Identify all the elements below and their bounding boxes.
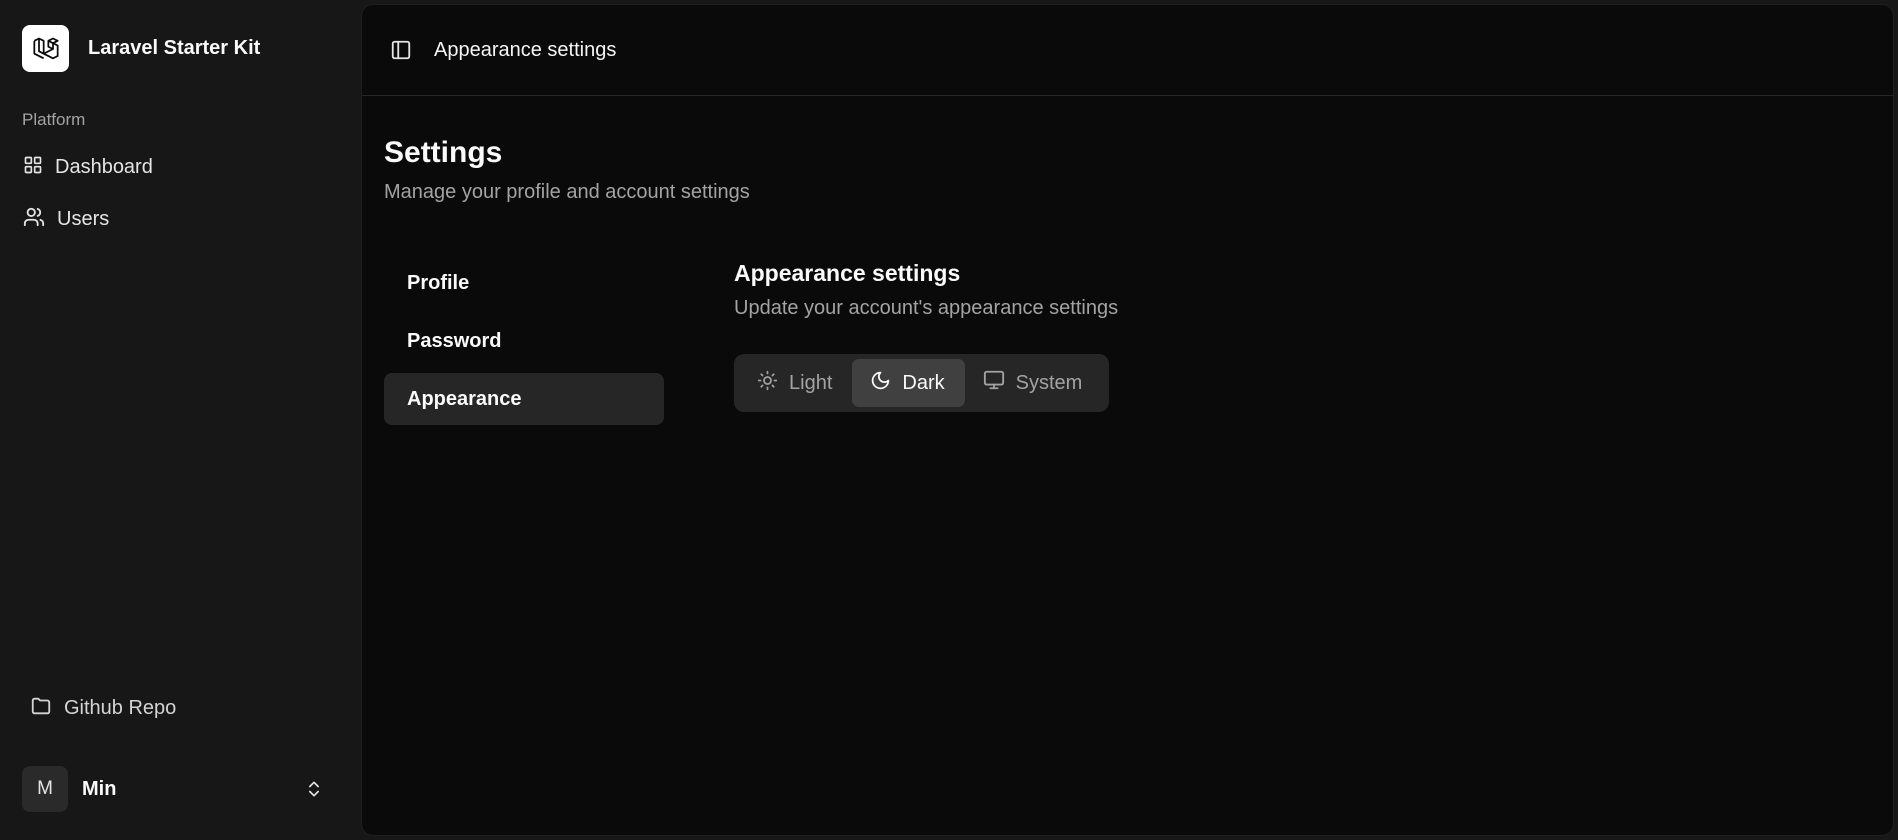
app-brand[interactable]: Laravel Starter Kit (22, 25, 260, 72)
breadcrumb: Appearance settings (434, 38, 617, 61)
page-subtitle: Manage your profile and account settings (384, 181, 750, 203)
nav-group-label: Platform (22, 110, 86, 129)
section-title: Appearance settings (734, 260, 961, 286)
moon-icon (870, 370, 891, 397)
settings-nav-password[interactable]: Password (384, 315, 664, 367)
user-name: Min (82, 777, 117, 800)
appearance-option-light[interactable]: Light (739, 359, 852, 407)
users-icon (23, 206, 45, 233)
main-panel: Appearance settings Settings Manage your… (361, 4, 1894, 836)
appearance-option-label: Dark (902, 371, 945, 394)
appearance-toggle-group: Light Dark System (734, 354, 1109, 412)
sidebar-item-dashboard[interactable]: Dashboard (16, 145, 344, 189)
sidebar-item-label: Users (57, 207, 110, 230)
top-bar: Appearance settings (362, 5, 1893, 96)
sidebar-toggle-icon[interactable] (388, 37, 414, 63)
user-menu-trigger[interactable]: M Min (16, 762, 344, 816)
settings-nav-appearance[interactable]: Appearance (384, 373, 664, 425)
monitor-icon (983, 369, 1005, 397)
section-subtitle: Update your account's appearance setting… (734, 297, 1119, 319)
page-title: Settings (384, 136, 503, 169)
appearance-option-dark[interactable]: Dark (852, 359, 965, 407)
sidebar-item-users[interactable]: Users (16, 197, 344, 241)
sidebar-item-label: Dashboard (55, 155, 153, 178)
chevrons-up-down-icon (304, 779, 324, 804)
appearance-option-label: Light (789, 371, 833, 394)
folder-icon (30, 695, 52, 722)
github-repo-label: Github Repo (64, 696, 177, 719)
layout-grid-icon (23, 155, 43, 180)
avatar: M (22, 766, 68, 812)
sun-icon (757, 370, 778, 397)
laravel-logo-icon (22, 25, 69, 72)
app-name: Laravel Starter Kit (88, 37, 261, 59)
settings-nav-profile[interactable]: Profile (384, 257, 664, 309)
appearance-option-system[interactable]: System (965, 359, 1103, 407)
appearance-option-label: System (1015, 371, 1083, 394)
sidebar: Laravel Starter Kit Platform Dashboard U… (0, 0, 360, 840)
github-repo-link[interactable]: Github Repo (30, 686, 176, 730)
